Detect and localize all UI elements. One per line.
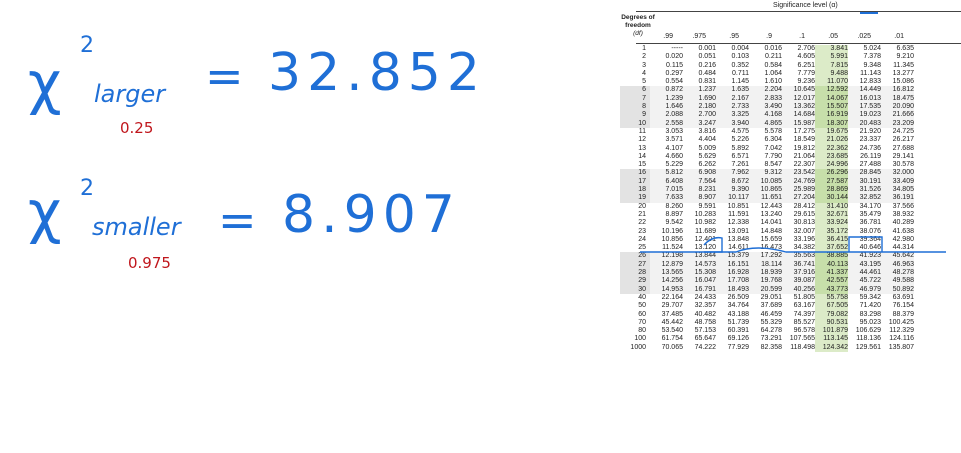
chi-square-smaller-line: χ 2 smaller = 8.907 0.975 <box>28 176 461 272</box>
chi-smaller-value: 8.907 <box>282 185 461 245</box>
chi-square-larger-line: χ 2 larger = 32.852 0.25 <box>28 33 486 137</box>
larger-probability: 0.25 <box>120 119 153 137</box>
chi-smaller-subscript: smaller <box>92 213 183 241</box>
chi-larger-subscript: larger <box>94 80 167 108</box>
chi-larger-symbol: χ <box>28 49 62 117</box>
chi-larger-superscript: 2 <box>80 33 94 58</box>
smaller-probability: 0.975 <box>128 254 171 272</box>
handwritten-notes: χ 2 larger = 32.852 0.25 χ 2 smaller = 8… <box>28 33 486 272</box>
row-19-underline <box>640 247 946 253</box>
chi-square-table: Significance level (α) Degrees of freedo… <box>616 0 961 453</box>
circle-8907 <box>703 236 723 253</box>
table-annotations <box>640 12 946 253</box>
box-32852 <box>848 236 883 252</box>
smaller-equals-sign: = <box>218 193 257 247</box>
chi-larger-value: 32.852 <box>268 43 486 103</box>
larger-equals-sign: = <box>205 49 244 103</box>
chi-smaller-symbol: χ <box>28 178 62 246</box>
chi-smaller-superscript: 2 <box>80 176 94 201</box>
